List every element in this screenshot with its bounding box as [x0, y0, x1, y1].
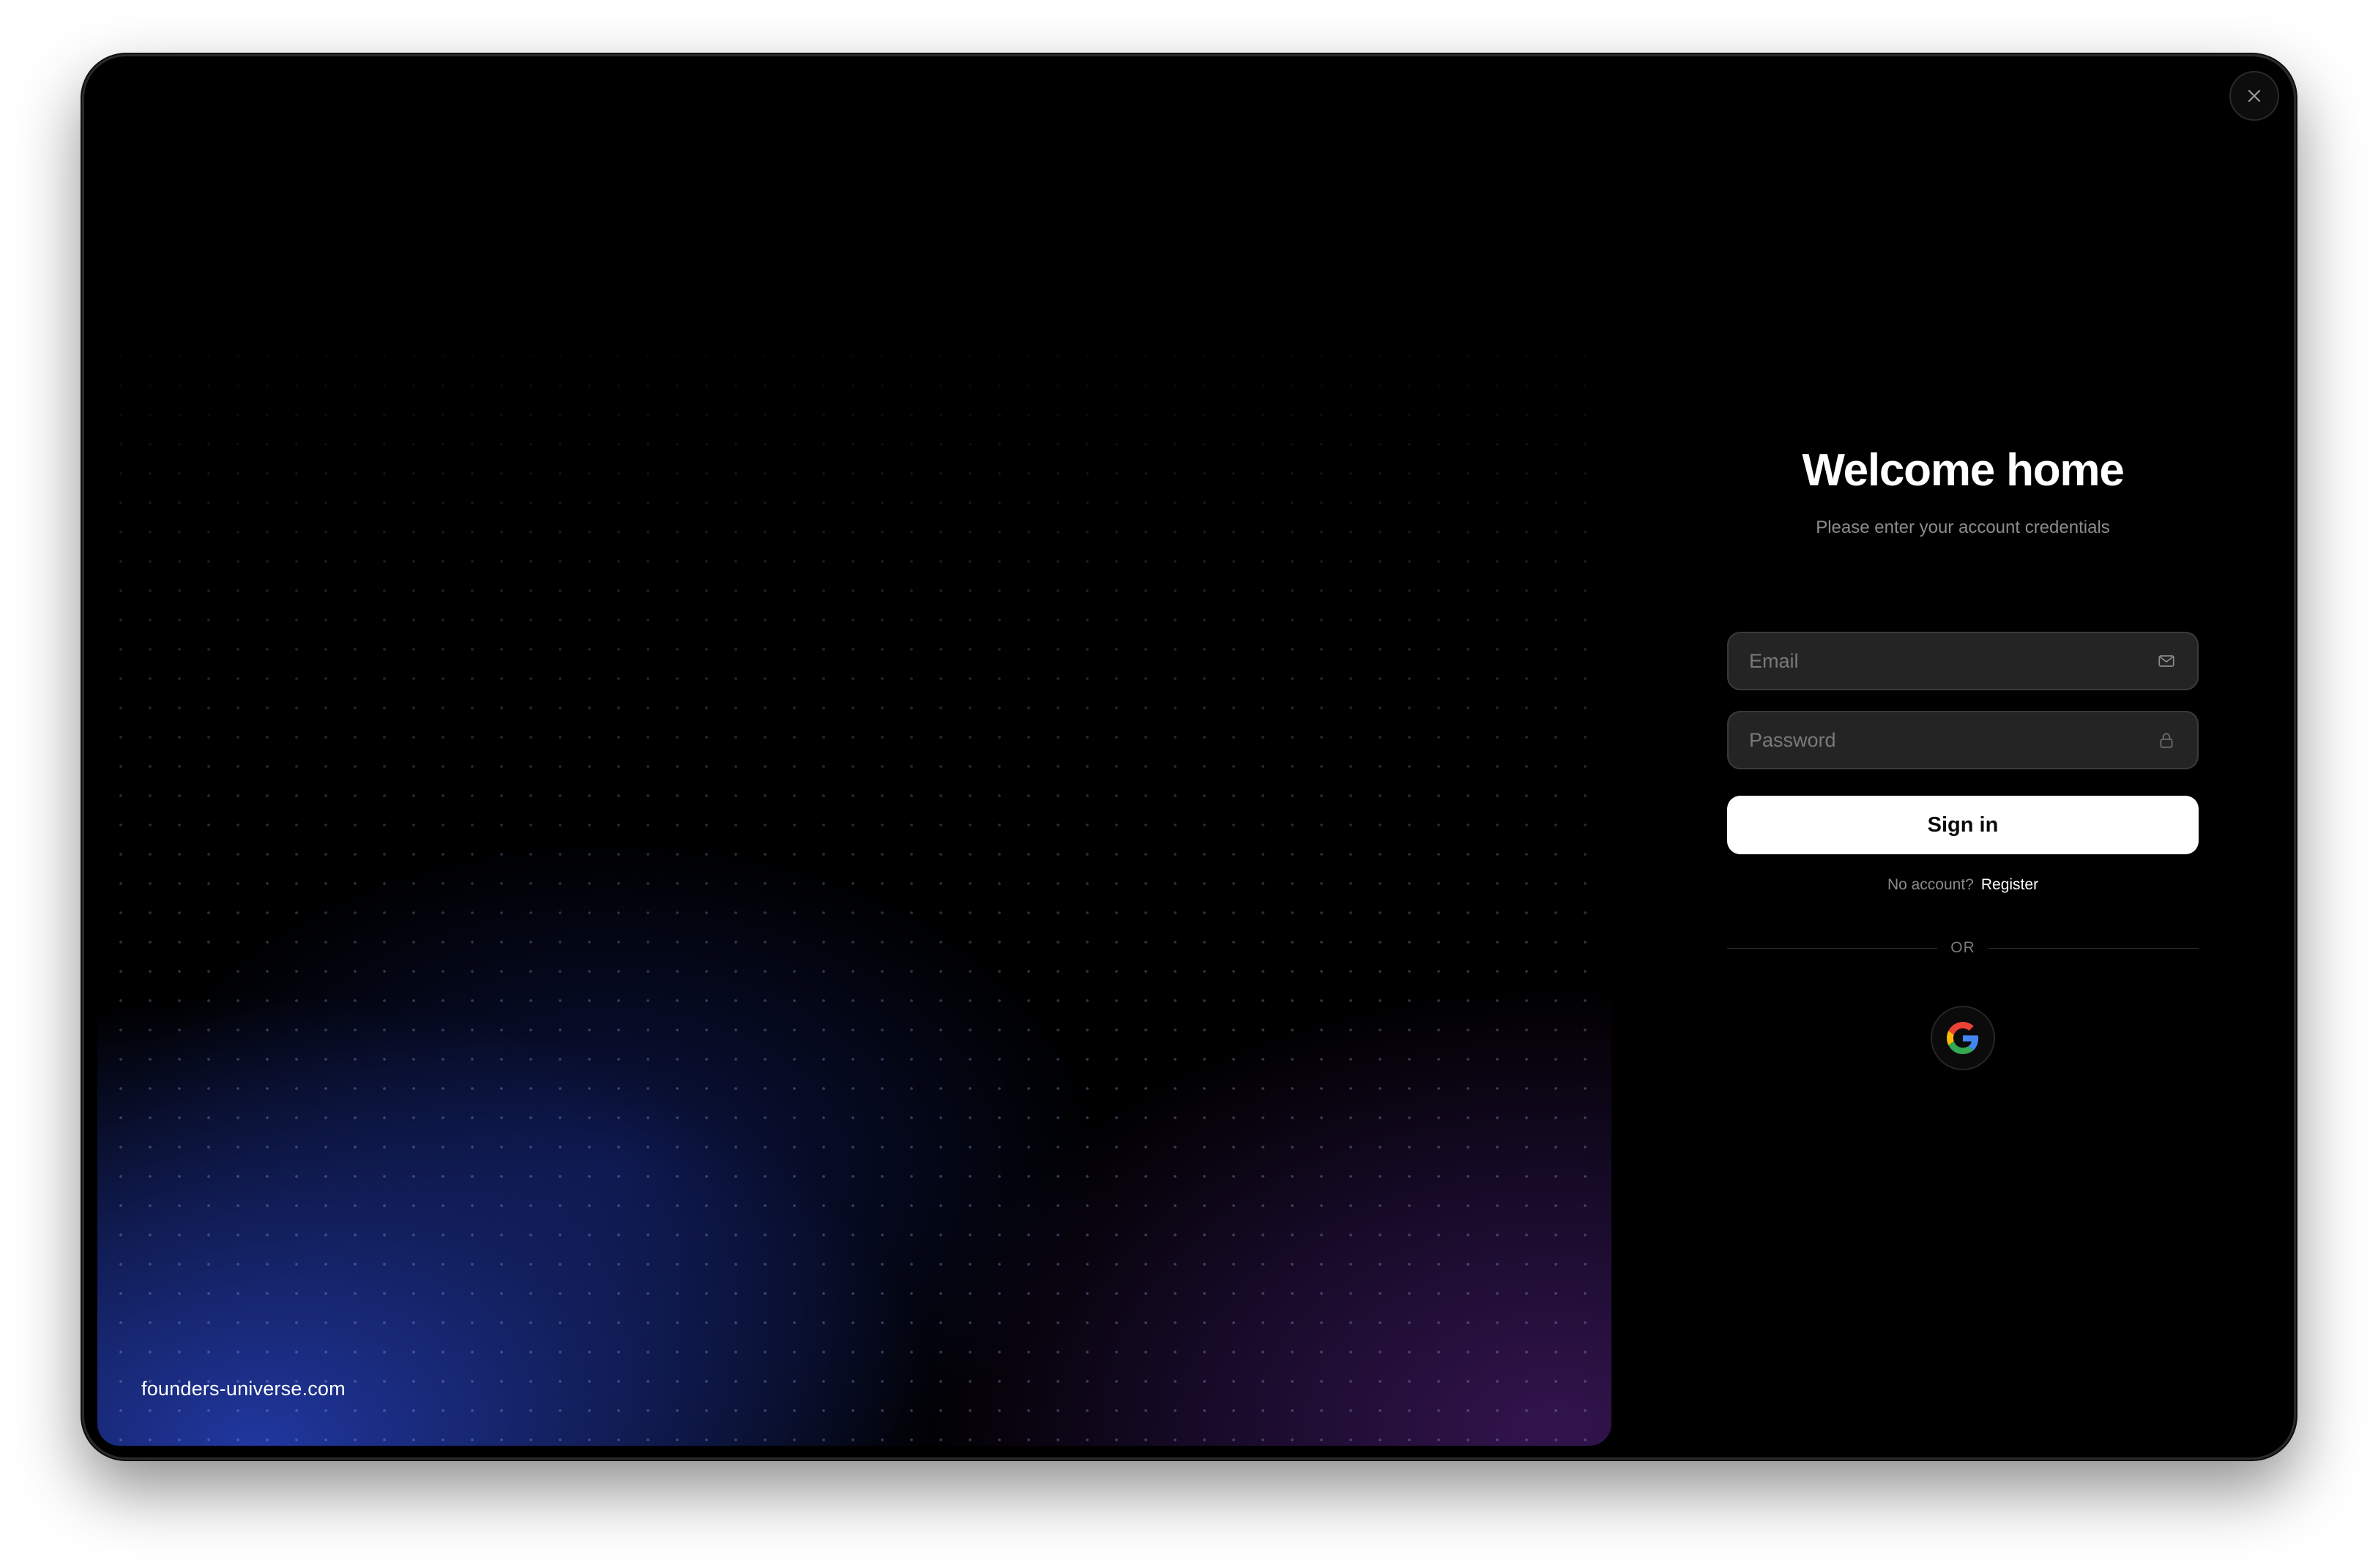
password-input[interactable]: [1749, 728, 2156, 752]
google-icon: [1947, 1022, 1979, 1054]
close-icon: [2248, 89, 2261, 102]
dot-grid-pattern: [97, 70, 1611, 1446]
login-panel: Welcome home Please enter your account c…: [1727, 56, 2199, 1457]
or-divider: OR: [1727, 939, 2199, 957]
divider-line-right: [1988, 947, 2199, 949]
page-title: Welcome home: [1802, 445, 2124, 496]
domain-label: founders-universe.com: [141, 1378, 346, 1400]
sign-in-button[interactable]: Sign in: [1727, 796, 2199, 854]
google-sign-in-button[interactable]: [1931, 1006, 1995, 1070]
password-field[interactable]: [1727, 711, 2199, 769]
register-link[interactable]: Register: [1981, 876, 2038, 893]
divider-line-left: [1727, 947, 1938, 949]
hero-panel: founders-universe.com: [97, 70, 1611, 1446]
stage: founders-universe.com Welcome home Pleas…: [0, 0, 2378, 1568]
app-window: founders-universe.com Welcome home Pleas…: [82, 54, 2296, 1460]
divider-text: OR: [1950, 939, 1975, 956]
email-input[interactable]: [1749, 649, 2156, 673]
close-button[interactable]: [2229, 71, 2279, 121]
register-row: No account? Register: [1727, 876, 2199, 894]
page-subtitle: Please enter your account credentials: [1816, 518, 2110, 537]
mail-icon: [2156, 651, 2177, 671]
lock-icon: [2156, 730, 2177, 750]
email-field[interactable]: [1727, 632, 2199, 690]
no-account-text: No account?: [1887, 876, 1974, 893]
